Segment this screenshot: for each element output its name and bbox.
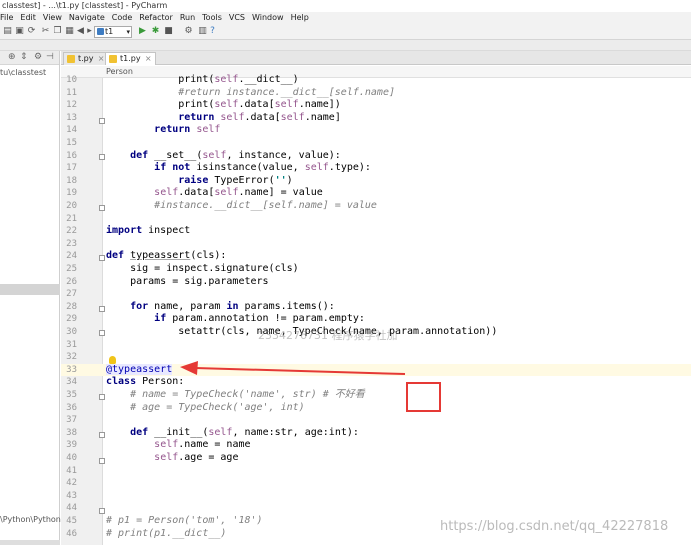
- watermark-url: https://blog.csdn.net/qq_42227818: [440, 519, 669, 534]
- watermark-center: 2334276731 程序猿学社加: [258, 329, 398, 342]
- annotation-arrow: [180, 361, 406, 375]
- annotation-box: [406, 382, 441, 412]
